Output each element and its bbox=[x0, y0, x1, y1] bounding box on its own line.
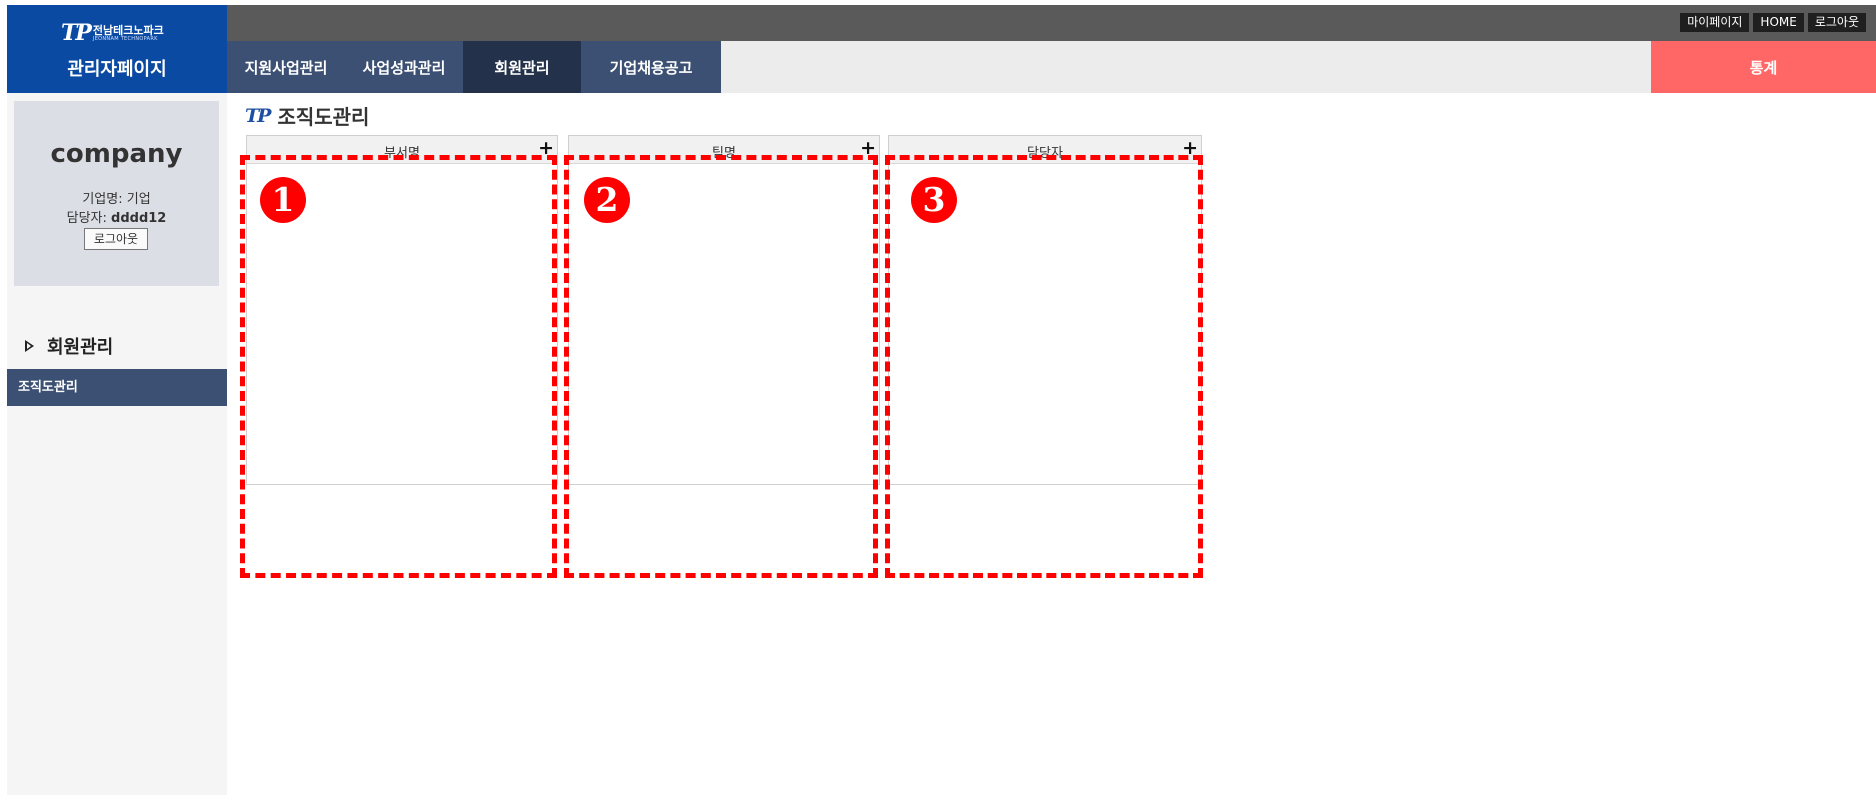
page-heading: TP 조직도관리 bbox=[245, 101, 369, 130]
profile-company: 기업명: 기업 bbox=[82, 192, 151, 207]
home-link[interactable]: HOME bbox=[1753, 13, 1804, 32]
logout-button[interactable]: 로그아웃 bbox=[84, 228, 148, 250]
logo-english-text: JEONNAM TECHNOPARK bbox=[92, 35, 158, 42]
profile-name: company bbox=[50, 139, 183, 169]
logout-link[interactable]: 로그아웃 bbox=[1807, 13, 1866, 32]
profile-manager: 담당자: dddd12 bbox=[14, 207, 219, 226]
nav-tab-support-programs[interactable]: 지원사업관리 bbox=[227, 41, 345, 93]
logo-mark: TP bbox=[61, 20, 92, 46]
page-title: 조직도관리 bbox=[277, 105, 370, 129]
top-links: 마이페이지 HOME 로그아웃 bbox=[1680, 13, 1866, 32]
profile-manager-value: dddd12 bbox=[111, 211, 167, 226]
profile-manager-label: 담당자: bbox=[66, 211, 112, 226]
logo-block[interactable]: TP 전남테크노파크 JEONNAM TECHNOPARK 관리자페이지 bbox=[7, 5, 227, 93]
annotation-badge-1: 1 bbox=[260, 177, 306, 223]
admin-page-title: 관리자페이지 bbox=[67, 59, 167, 80]
nav-tab-performance[interactable]: 사업성과관리 bbox=[345, 41, 463, 93]
annotation-badge-3: 3 bbox=[911, 177, 957, 223]
chevron-right-icon bbox=[25, 340, 39, 352]
sidebar: company 기업명: 기업 담당자: dddd12 로그아웃 회원관리 조직… bbox=[7, 93, 227, 795]
sidebar-section-title: 회원관리 bbox=[25, 333, 113, 359]
tp-logo-icon: TP bbox=[245, 104, 271, 127]
sidebar-item-org-chart[interactable]: 조직도관리 bbox=[7, 369, 227, 406]
nav-tab-recruitment[interactable]: 기업채용공고 bbox=[581, 41, 721, 93]
annotation-badge-2: 2 bbox=[584, 177, 630, 223]
profile-box: company 기업명: 기업 담당자: dddd12 로그아웃 bbox=[14, 101, 219, 286]
nav-tab-statistics[interactable]: 통계 bbox=[1651, 41, 1876, 93]
top-utility-bar: 마이페이지 HOME 로그아웃 bbox=[227, 5, 1876, 41]
sidebar-section-label: 회원관리 bbox=[47, 337, 114, 358]
nav-tab-members[interactable]: 회원관리 bbox=[463, 41, 581, 93]
technopark-logo: TP 전남테크노파크 JEONNAM TECHNOPARK bbox=[61, 22, 164, 44]
logo-korean-text: 전남테크노파크 bbox=[92, 23, 164, 37]
mypage-link[interactable]: 마이페이지 bbox=[1680, 13, 1750, 32]
main-nav: 지원사업관리 사업성과관리 회원관리 기업채용공고 통계 bbox=[227, 41, 1876, 93]
